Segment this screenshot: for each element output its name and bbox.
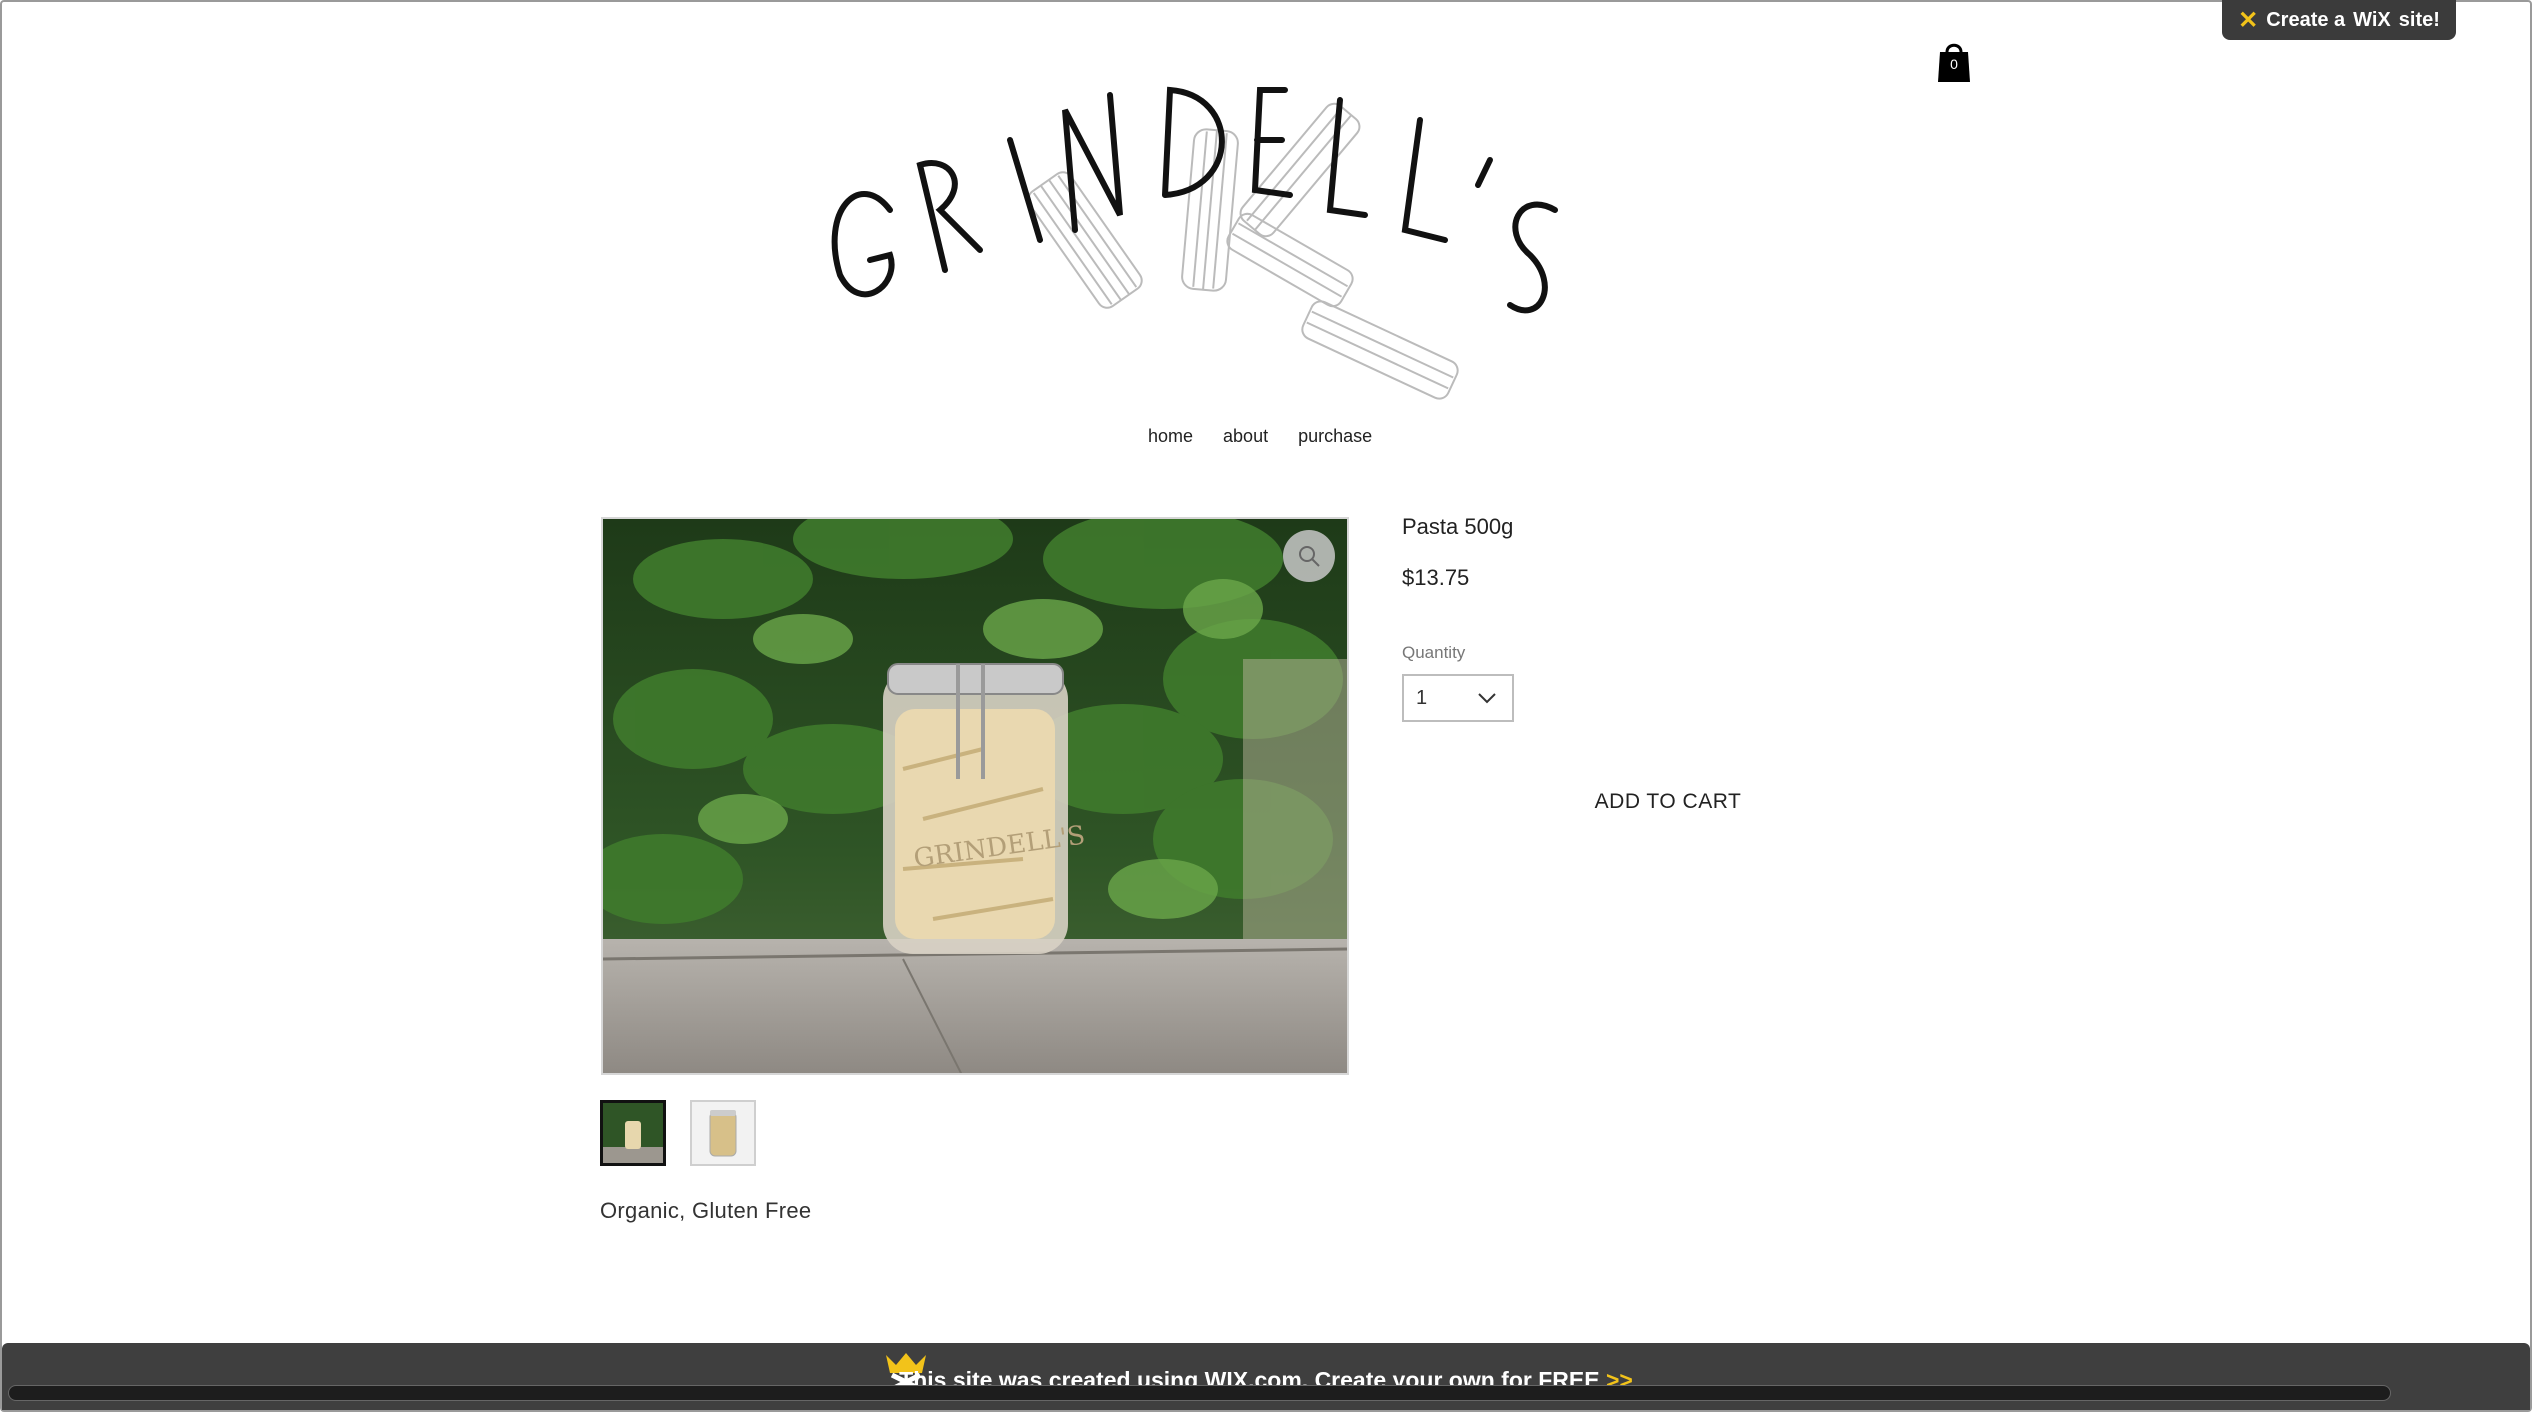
product-price: $13.75 (1402, 565, 1470, 590)
product-main-image[interactable]: GRINDELL'S (601, 517, 1349, 1075)
grindells-logo[interactable] (820, 60, 1700, 420)
badge-brand: WiX (2353, 8, 2391, 31)
create-wix-site-badge[interactable]: ✕ Create a WiX site! (2222, 0, 2456, 40)
quantity-label: Quantity (1402, 643, 1466, 662)
main-nav: home about purchase (1148, 426, 1372, 447)
thumbnail-2[interactable] (690, 1100, 756, 1166)
chevron-down-icon (1478, 693, 1496, 704)
cart-button[interactable]: 0 (1937, 40, 1971, 82)
quantity-select[interactable]: 1 (1402, 674, 1514, 722)
cart-count: 0 (1950, 56, 1958, 72)
product-description: Organic, Gluten Free (600, 1198, 812, 1223)
thumbnail-2-image (692, 1102, 754, 1164)
quantity-value: 1 (1416, 686, 1428, 709)
zoom-button[interactable] (1283, 530, 1335, 582)
badge-suffix: site! (2398, 8, 2440, 31)
add-to-cart-button[interactable]: ADD TO CART (1560, 780, 1776, 824)
badge-prefix: Create a (2266, 8, 2346, 31)
product-title: Pasta 500g (1402, 514, 1514, 539)
magnifier-icon (1299, 546, 1320, 567)
horizontal-scrollbar[interactable] (8, 1385, 2391, 1401)
nav-home[interactable]: home (1148, 426, 1193, 447)
pasta-jar-photo: GRINDELL'S (603, 519, 1347, 1073)
nav-about[interactable]: about (1223, 426, 1268, 447)
nav-purchase[interactable]: purchase (1298, 426, 1372, 447)
wix-logo-icon: ✕ (2238, 6, 2259, 34)
thumbnail-1-image (603, 1103, 663, 1163)
thumbnail-1[interactable] (600, 1100, 666, 1166)
